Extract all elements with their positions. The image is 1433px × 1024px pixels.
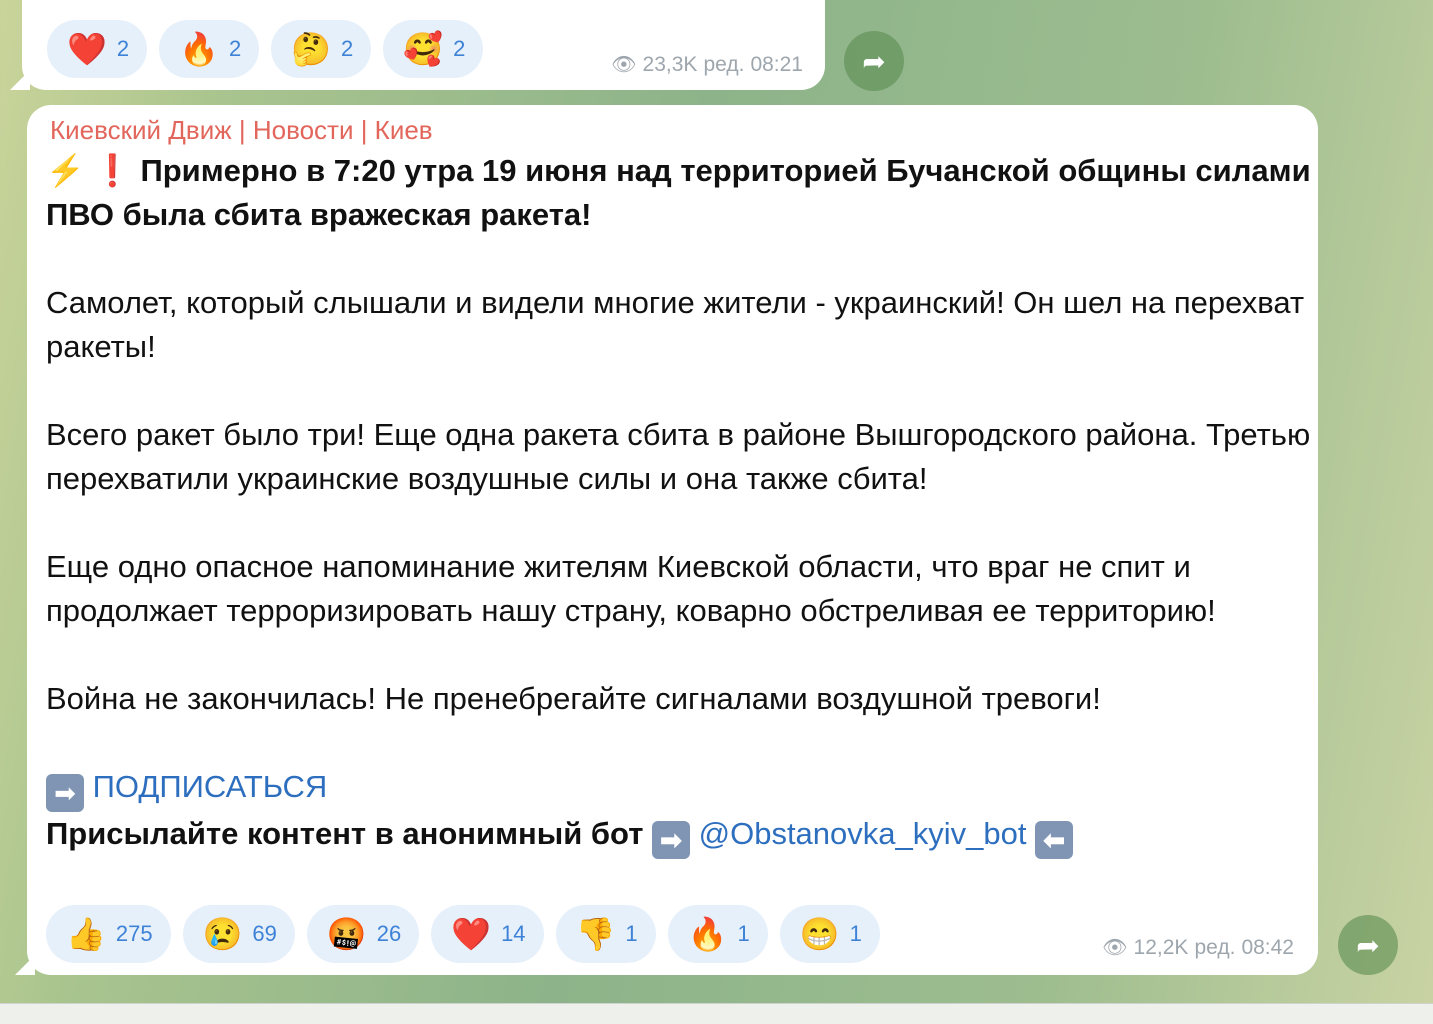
reaction-count: 275 [115, 921, 153, 946]
lightning-exclamation-icon: ⚡ ❗ [46, 153, 132, 188]
reaction-heart[interactable]: ❤️ 2 [47, 20, 148, 78]
reaction-count: 1 [625, 921, 638, 946]
reaction-fire[interactable]: 🔥 1 [667, 905, 768, 963]
reaction-thumbs-up[interactable]: 👍 275 [46, 905, 171, 963]
smiling-hearts-emoji-icon: 🥰 [403, 31, 444, 67]
reaction-count: 1 [737, 921, 750, 946]
reaction-thinking[interactable]: 🤔 2 [271, 20, 372, 78]
reaction-count: 2 [116, 36, 130, 61]
reaction-count: 2 [453, 36, 466, 61]
reaction-love[interactable]: 🥰 2 [383, 20, 484, 78]
forward-button[interactable]: ➦ [1338, 915, 1398, 975]
arrow-right-icon: ➡ [46, 774, 84, 812]
message-time: 08:42 [1241, 935, 1294, 959]
reaction-count: 26 [376, 921, 402, 946]
thumbs-down-emoji-icon: 👎 [575, 916, 616, 952]
reaction-cursing[interactable]: 🤬 26 [306, 905, 420, 963]
reaction-grin[interactable]: 😁 1 [779, 905, 880, 963]
channel-name[interactable]: Киевский Движ | Новости | Киев [50, 115, 433, 146]
reaction-heart[interactable]: ❤️ 14 [431, 905, 544, 963]
thinking-emoji-icon: 🤔 [291, 31, 332, 67]
paragraph: Еще одно опасное напоминание жителям Кие… [46, 549, 1216, 628]
grin-emoji-icon: 😁 [799, 916, 840, 952]
fire-emoji-icon: 🔥 [179, 31, 219, 67]
reaction-count: 2 [341, 36, 354, 61]
crying-emoji-icon: 😢 [202, 916, 243, 952]
fire-emoji-icon: 🔥 [687, 916, 728, 952]
paragraph: Война не закончилась! Не пренебрегайте с… [46, 681, 1101, 716]
message-bubble: Киевский Движ | Новости | Киев ⚡ ❗ Приме… [15, 105, 1318, 975]
arrow-right-icon: ➡ [652, 821, 690, 859]
cursing-emoji-icon: 🤬 [326, 916, 367, 952]
reaction-count: 14 [501, 921, 526, 946]
heart-emoji-icon: ❤️ [67, 31, 107, 67]
reaction-count: 69 [252, 921, 277, 946]
view-count: 23,3K [642, 52, 698, 76]
eye-icon: 👁 [1102, 937, 1128, 959]
prev-message-meta: 👁 23,3K ред. 08:21 [611, 52, 803, 77]
edited-label: ред. [703, 52, 745, 76]
view-count: 12,2K [1133, 935, 1189, 959]
message-meta: 👁 12,2K ред. 08:42 [1102, 935, 1294, 960]
bot-link[interactable]: @Obstanovka_kyiv_bot [699, 816, 1027, 851]
headline: Примерно в 7:20 утра 19 июня над террито… [46, 153, 1311, 232]
bottom-bar [0, 1003, 1433, 1024]
reaction-fire[interactable]: 🔥 2 [159, 20, 260, 78]
previous-message-bubble: ❤️ 2 🔥 2 🤔 2 🥰 2 👁 23,3K ред. 08:21 [10, 0, 825, 90]
heart-emoji-icon: ❤️ [451, 916, 492, 952]
reaction-crying[interactable]: 😢 69 [182, 905, 295, 963]
eye-icon: 👁 [611, 54, 637, 76]
forward-icon: ➦ [862, 45, 886, 77]
reaction-count: 1 [849, 921, 862, 946]
message-time: 08:21 [750, 52, 803, 76]
reaction-count: 2 [228, 36, 242, 61]
forward-icon: ➦ [1356, 929, 1380, 961]
message-text: ⚡ ❗ Примерно в 7:20 утра 19 июня над тер… [46, 149, 1311, 859]
bubble-tail [10, 70, 30, 90]
forward-button[interactable]: ➦ [844, 31, 904, 91]
bubble-tail [15, 955, 35, 975]
prev-reactions: ❤️ 2 🔥 2 🤔 2 🥰 2 [47, 20, 484, 78]
edited-label: ред. [1194, 935, 1236, 959]
paragraph: Самолет, который слышали и видели многие… [46, 285, 1305, 364]
subscribe-link[interactable]: ПОДПИСАТЬСЯ [93, 769, 328, 804]
paragraph: Всего ракет было три! Еще одна ракета сб… [46, 417, 1311, 496]
reactions: 👍 275 😢 69 🤬 26 ❤️ 14 👎 1 🔥 1 😁 1 [46, 905, 880, 963]
reaction-thumbs-down[interactable]: 👎 1 [555, 905, 656, 963]
arrow-left-icon: ⬅ [1035, 821, 1074, 859]
bot-text: Присылайте контент в анонимный бот [46, 816, 644, 851]
thumbs-up-emoji-icon: 👍 [66, 916, 106, 952]
